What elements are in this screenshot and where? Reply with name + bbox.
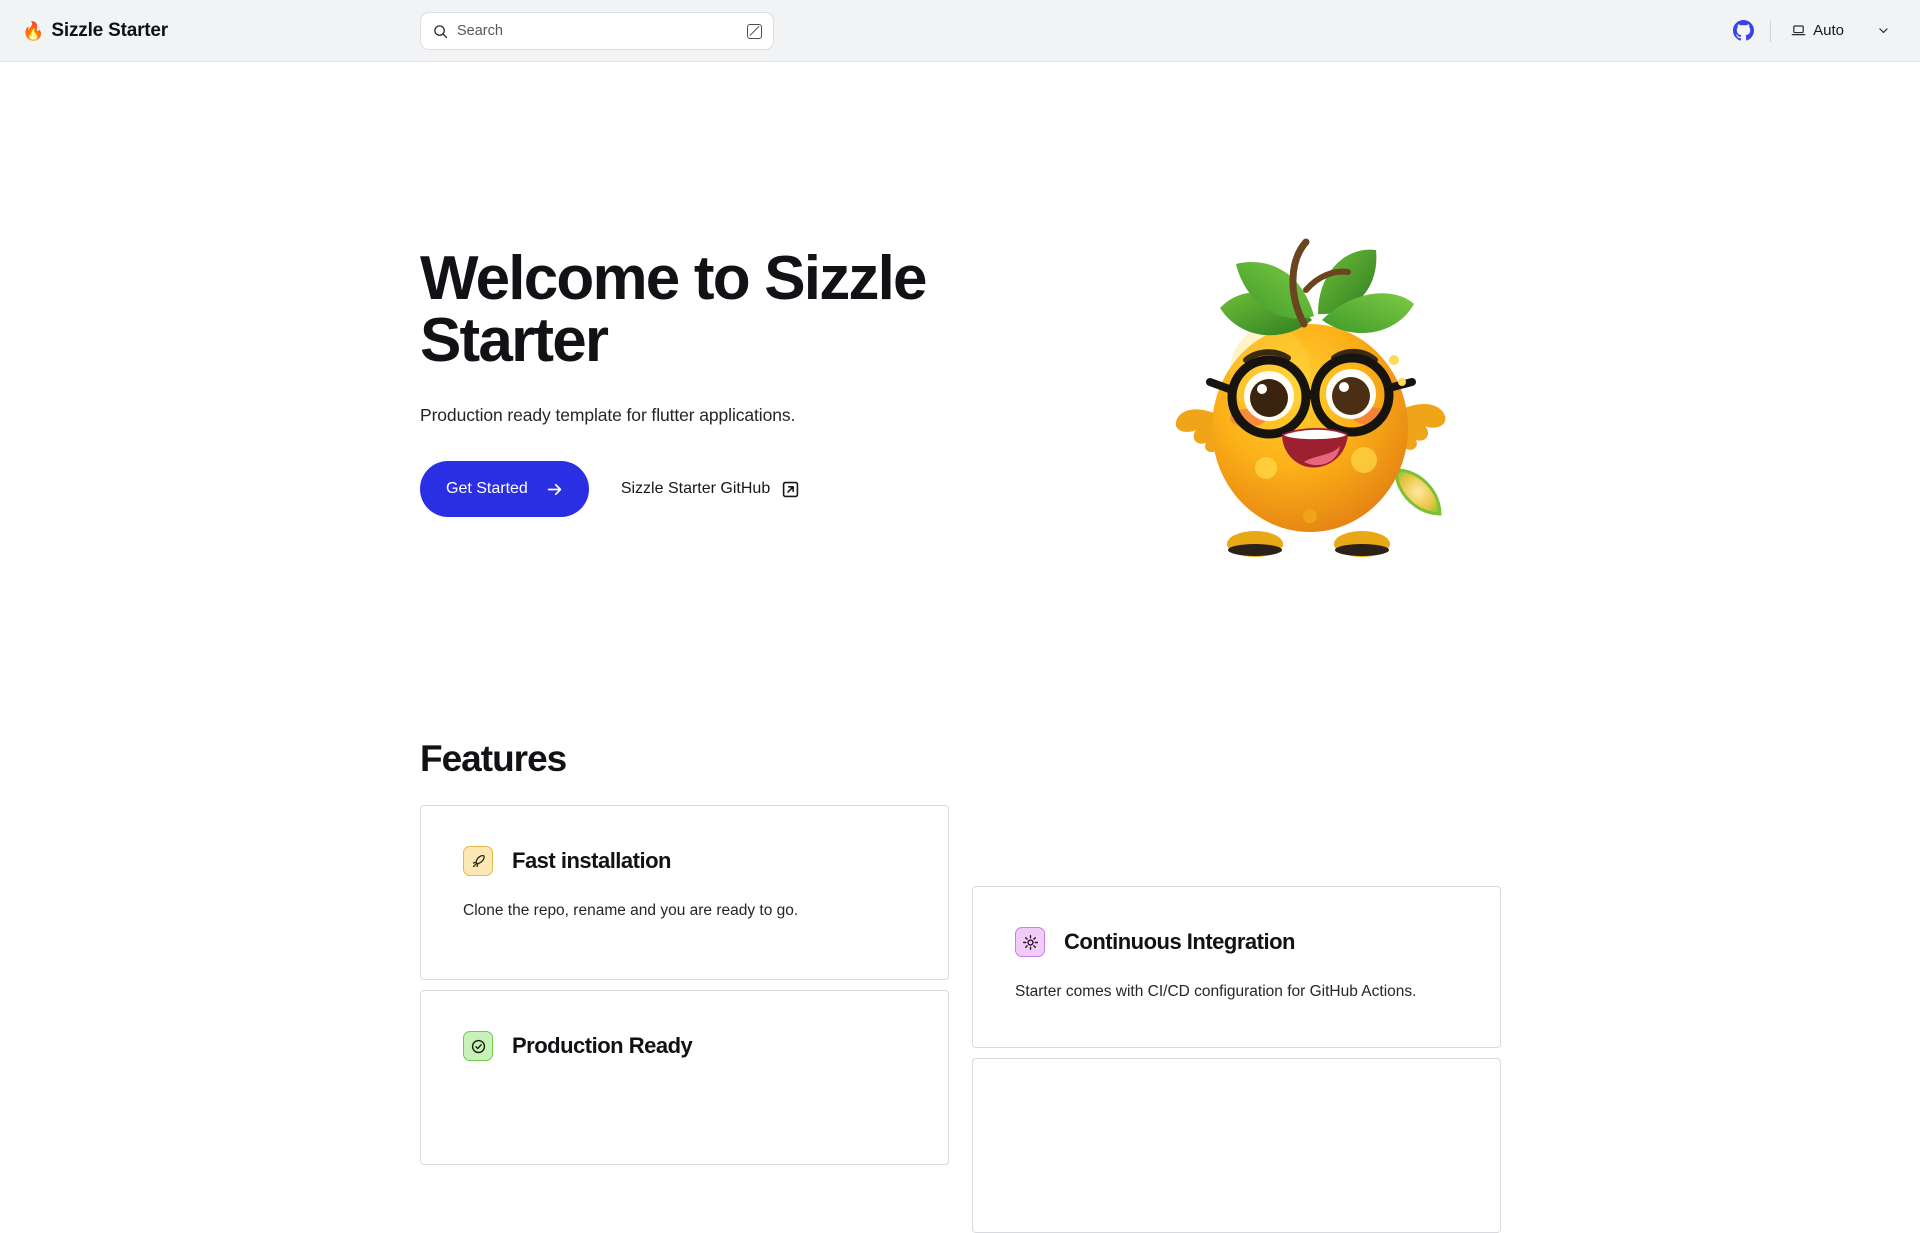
arrow-right-icon: [547, 483, 562, 495]
brand-name: Sizzle Starter: [51, 19, 168, 41]
theme-label: Auto: [1813, 22, 1844, 39]
external-link-icon: [783, 481, 799, 497]
github-link[interactable]: [1726, 14, 1760, 48]
brand-logo[interactable]: 🔥 Sizzle Starter: [22, 16, 168, 46]
header-divider: [1770, 19, 1772, 42]
get-started-button[interactable]: Get Started: [420, 461, 589, 517]
github-repo-label: Sizzle Starter GitHub: [620, 480, 771, 497]
get-started-label: Get Started: [446, 480, 528, 497]
feature-card-header: Production Ready: [463, 1031, 906, 1061]
features-heading: Features: [420, 738, 567, 779]
search-box[interactable]: [420, 12, 774, 50]
theme-selector[interactable]: Auto: [1785, 17, 1894, 44]
feature-card-continuous-integration[interactable]: Continuous Integration Starter comes wit…: [972, 886, 1501, 1048]
github-repo-link[interactable]: Sizzle Starter GitHub: [621, 480, 799, 498]
gear-icon: [1015, 927, 1045, 957]
check-circle-icon: [463, 1031, 493, 1061]
hero-actions: Get Started Sizzle Starter GitHub: [420, 461, 1020, 517]
feature-title: Continuous Integration: [1064, 929, 1295, 954]
feature-card-header: Fast installation: [463, 846, 906, 876]
hero-section: Welcome to Sizzle Starter Production rea…: [420, 248, 1020, 517]
page-title: Welcome to Sizzle Starter: [420, 244, 928, 375]
mascot-illustration: [1162, 232, 1462, 572]
rocket-icon: [463, 846, 493, 876]
feature-card-header: Continuous Integration: [1015, 927, 1458, 957]
feature-card-production-ready[interactable]: Production Ready: [420, 990, 949, 1165]
search-icon: [434, 24, 448, 38]
feature-description: Starter comes with CI/CD configuration f…: [1015, 983, 1417, 1000]
chevron-down-icon[interactable]: [1877, 24, 1890, 37]
search-input[interactable]: [457, 23, 738, 39]
hero-subtitle: Production ready template for flutter ap…: [420, 405, 796, 425]
slash-key-icon[interactable]: [747, 23, 762, 39]
feature-card-partial[interactable]: [972, 1058, 1501, 1233]
header-actions: Auto: [1726, 14, 1894, 48]
github-icon: [1732, 20, 1754, 41]
feature-card-fast-installation[interactable]: Fast installation Clone the repo, rename…: [420, 805, 949, 980]
flame-icon: 🔥: [22, 20, 45, 41]
feature-title: Production Ready: [512, 1033, 693, 1058]
feature-title: Fast installation: [512, 848, 671, 873]
feature-description: Clone the repo, rename and you are ready…: [463, 902, 799, 919]
laptop-icon: [1791, 25, 1806, 36]
app-header: 🔥 Sizzle Starter Auto: [0, 0, 1920, 62]
